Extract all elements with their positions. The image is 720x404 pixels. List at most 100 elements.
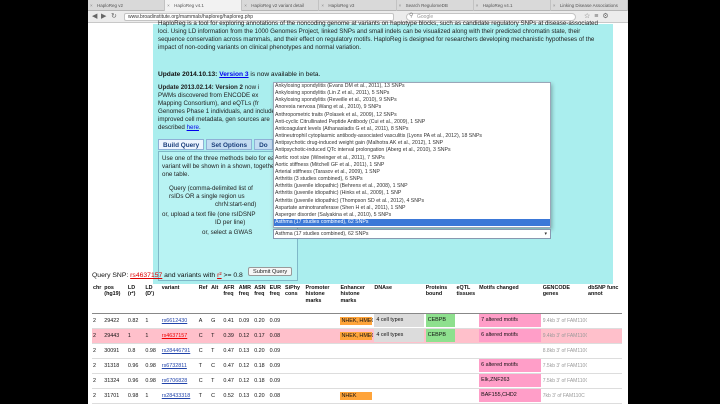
table-cell-variant[interactable]: rs6612430 <box>160 313 198 329</box>
reload-icon[interactable]: ↻ <box>111 12 117 22</box>
sources-link[interactable]: here <box>187 124 199 131</box>
cell-value-variant[interactable]: rs6612430 <box>162 318 187 324</box>
cell-value-genes[interactable]: 7.5kb 3' of FAM110C <box>543 363 587 369</box>
tab-documentation[interactable]: Do <box>254 139 273 150</box>
gwas-option[interactable]: Antineutrophil cytoplasmic antibody-asso… <box>274 133 550 140</box>
cell-value-d: 1 <box>145 332 149 339</box>
table-cell-siphy <box>284 373 305 389</box>
table-cell-d: 1 <box>144 388 161 404</box>
table-cell-eqtl <box>455 373 479 389</box>
cell-value-alt: C <box>211 362 215 369</box>
close-icon[interactable]: × <box>553 0 556 11</box>
gwas-dropdown-list[interactable]: Ankylosing spondylitis (Evans DM et al.,… <box>273 82 551 228</box>
gwas-option[interactable]: Arthritis (juvenile idiopathic) (Hinks e… <box>274 190 550 197</box>
gwas-option-selected[interactable]: Asthma (17 studies combined), 62 SNPs <box>274 218 550 227</box>
table-cell-alt: G <box>210 313 223 329</box>
gwas-option[interactable]: Asperger disorder (Salyakina et al., 201… <box>274 212 550 219</box>
cell-value-motifs[interactable]: Elk,ZNF263 <box>479 374 541 387</box>
table-cell-variant[interactable]: rs28433318 <box>160 388 198 404</box>
cell-value-alt: T <box>211 377 215 384</box>
gwas-option[interactable]: Anticoagulant levels (Athanasiadis G et … <box>274 126 550 133</box>
gwas-option[interactable]: Antipsychotic-induced QTc interval prolo… <box>274 147 550 154</box>
cell-value-amr: 0.12 <box>238 362 250 369</box>
table-cell-ref: T <box>197 388 211 404</box>
table-cell-motifs: BAF155,CHD2 <box>478 388 542 404</box>
gwas-option[interactable]: Anorexia nervosa (Wang et al., 2010), 9 … <box>274 104 550 111</box>
cell-value-motifs[interactable]: BAF155,CHD2 <box>479 389 541 402</box>
browser-tab[interactable]: × HaploReg v3 <box>319 0 397 11</box>
browser-tab[interactable]: × HaploReg v4.1 <box>165 0 243 11</box>
table-cell-variant[interactable]: rs4637157 <box>160 328 198 344</box>
cell-value-afr: 0.47 <box>223 362 234 369</box>
browser-tab[interactable]: × HaploReg v2 variant detail <box>242 0 320 11</box>
cell-value-genes[interactable]: 9.4kb 3' of FAM110C <box>543 318 587 324</box>
gwas-option[interactable]: Arthritis (juvenile idiopathic) (Thompso… <box>274 198 550 205</box>
query-snp-link[interactable]: rs4637157 <box>130 272 162 279</box>
table-row: 2 30091 0.8 0.98 rs28446791 C T 0.47 0.13 0.20 0.0… <box>92 343 622 359</box>
browser-tab[interactable]: × Search RegulomeDB <box>397 0 474 11</box>
table-cell-ref: T <box>197 358 211 374</box>
cell-value-afr: 0.47 <box>223 347 234 354</box>
column-header: chr <box>92 284 104 314</box>
tab-set-options[interactable]: Set Options <box>206 139 253 150</box>
gwas-option[interactable]: Aspartate aminotransferase (Shen H et al… <box>274 205 550 212</box>
table-cell-asn: 0.18 <box>253 358 269 374</box>
table-cell-chr: 2 <box>92 358 104 374</box>
tab-build-query[interactable]: Build Query <box>158 139 205 150</box>
column-header: variant <box>160 284 198 314</box>
version3-link[interactable]: Version 3 <box>219 71 248 78</box>
table-cell-eur: 0.09 <box>268 313 284 329</box>
close-icon[interactable]: × <box>476 0 479 11</box>
gwas-option[interactable]: Arthritis (juvenile idiopathic) (Behrens… <box>274 183 550 190</box>
cell-value-genes[interactable]: 7kb 3' of FAM110C <box>543 393 586 399</box>
cell-value-genes[interactable]: 7.5kb 3' of FAM110C <box>543 378 587 384</box>
gwas-option[interactable]: Anti-cyclic Citrullinated Peptide Antibo… <box>274 119 550 126</box>
gwas-select[interactable]: Asthma (17 studies combined), 62 SNPs ▾ <box>273 229 551 239</box>
cell-value-motifs[interactable]: 7 altered motifs <box>479 314 541 327</box>
table-cell-d: 0.98 <box>144 343 161 359</box>
cell-value-amr: 0.12 <box>238 332 250 339</box>
table-cell-ref: C <box>197 373 211 389</box>
close-icon[interactable]: × <box>244 0 247 11</box>
cell-value-alt: C <box>211 392 215 399</box>
gwas-option[interactable]: Ankylosing spondylitis (Lin Z et al., 20… <box>274 90 550 97</box>
cell-value-variant[interactable]: rs4637157 <box>162 333 187 339</box>
gwas-option[interactable]: Aortic stiffness (Mitchell GF et al., 20… <box>274 162 550 169</box>
cell-value-genes[interactable]: 8.8kb 3' of FAM110C <box>543 348 587 354</box>
table-cell-variant[interactable]: rs6706828 <box>160 373 198 389</box>
cell-value-variant[interactable]: rs6732811 <box>162 363 187 369</box>
gwas-option[interactable]: Antipsychotic drug-induced weight gain (… <box>274 140 550 147</box>
close-icon[interactable]: × <box>399 0 402 11</box>
cell-value-variant[interactable]: rs28446791 <box>162 348 190 354</box>
close-icon[interactable]: × <box>167 0 170 11</box>
gwas-option[interactable]: Anthropometric traits (Polasek et al., 2… <box>274 112 550 119</box>
cell-value-afr: 0.39 <box>223 332 234 339</box>
gwas-option[interactable]: Arthritis (3 studies combined), 6 SNPs <box>274 176 550 183</box>
update-2013-notice: Update 2013.02.14: Version 2 now i PWMs … <box>158 84 275 131</box>
forward-icon[interactable]: ▶ <box>101 12 106 22</box>
table-cell-proteins <box>424 373 456 389</box>
browser-tab[interactable]: × HaploReg v4.1 <box>474 0 551 11</box>
browser-tab[interactable]: × Linking Disease Associations <box>551 0 628 11</box>
cell-value-pos: 29443 <box>104 332 120 339</box>
back-icon[interactable]: ◀ <box>92 12 97 22</box>
close-icon[interactable]: × <box>90 0 93 11</box>
r2-link[interactable]: r² <box>217 272 222 279</box>
cell-value-motifs[interactable]: 6 altered motifs <box>479 329 541 342</box>
cell-value-variant[interactable]: rs6706828 <box>162 378 187 384</box>
cell-value-chr: 2 <box>93 362 96 369</box>
gwas-option[interactable]: Arterial stiffness (Tarasov et al., 2009… <box>274 169 550 176</box>
close-icon[interactable]: × <box>321 0 324 11</box>
gwas-option[interactable]: Ankylosing spondylitis (Evans DM et al.,… <box>274 83 550 90</box>
table-cell-variant[interactable]: rs28446791 <box>160 343 198 359</box>
table-cell-variant[interactable]: rs6732811 <box>160 358 198 374</box>
gwas-option[interactable]: Aortic root size (Wineinger et al., 2011… <box>274 155 550 162</box>
submit-query-button[interactable]: Submit Query <box>248 267 293 276</box>
table-cell-pos: 30091 <box>103 343 127 359</box>
cell-value-genes[interactable]: 9.4kb 3' of FAM110C <box>543 333 587 339</box>
browser-tab[interactable]: × HaploReg v2 <box>88 0 166 11</box>
cell-value-motifs[interactable]: 6 altered motifs <box>479 359 541 372</box>
gwas-option[interactable]: Ankylosing spondylitis (Reveille et al.,… <box>274 97 550 104</box>
table-cell-proteins <box>424 343 456 359</box>
cell-value-variant[interactable]: rs28433318 <box>162 393 190 399</box>
